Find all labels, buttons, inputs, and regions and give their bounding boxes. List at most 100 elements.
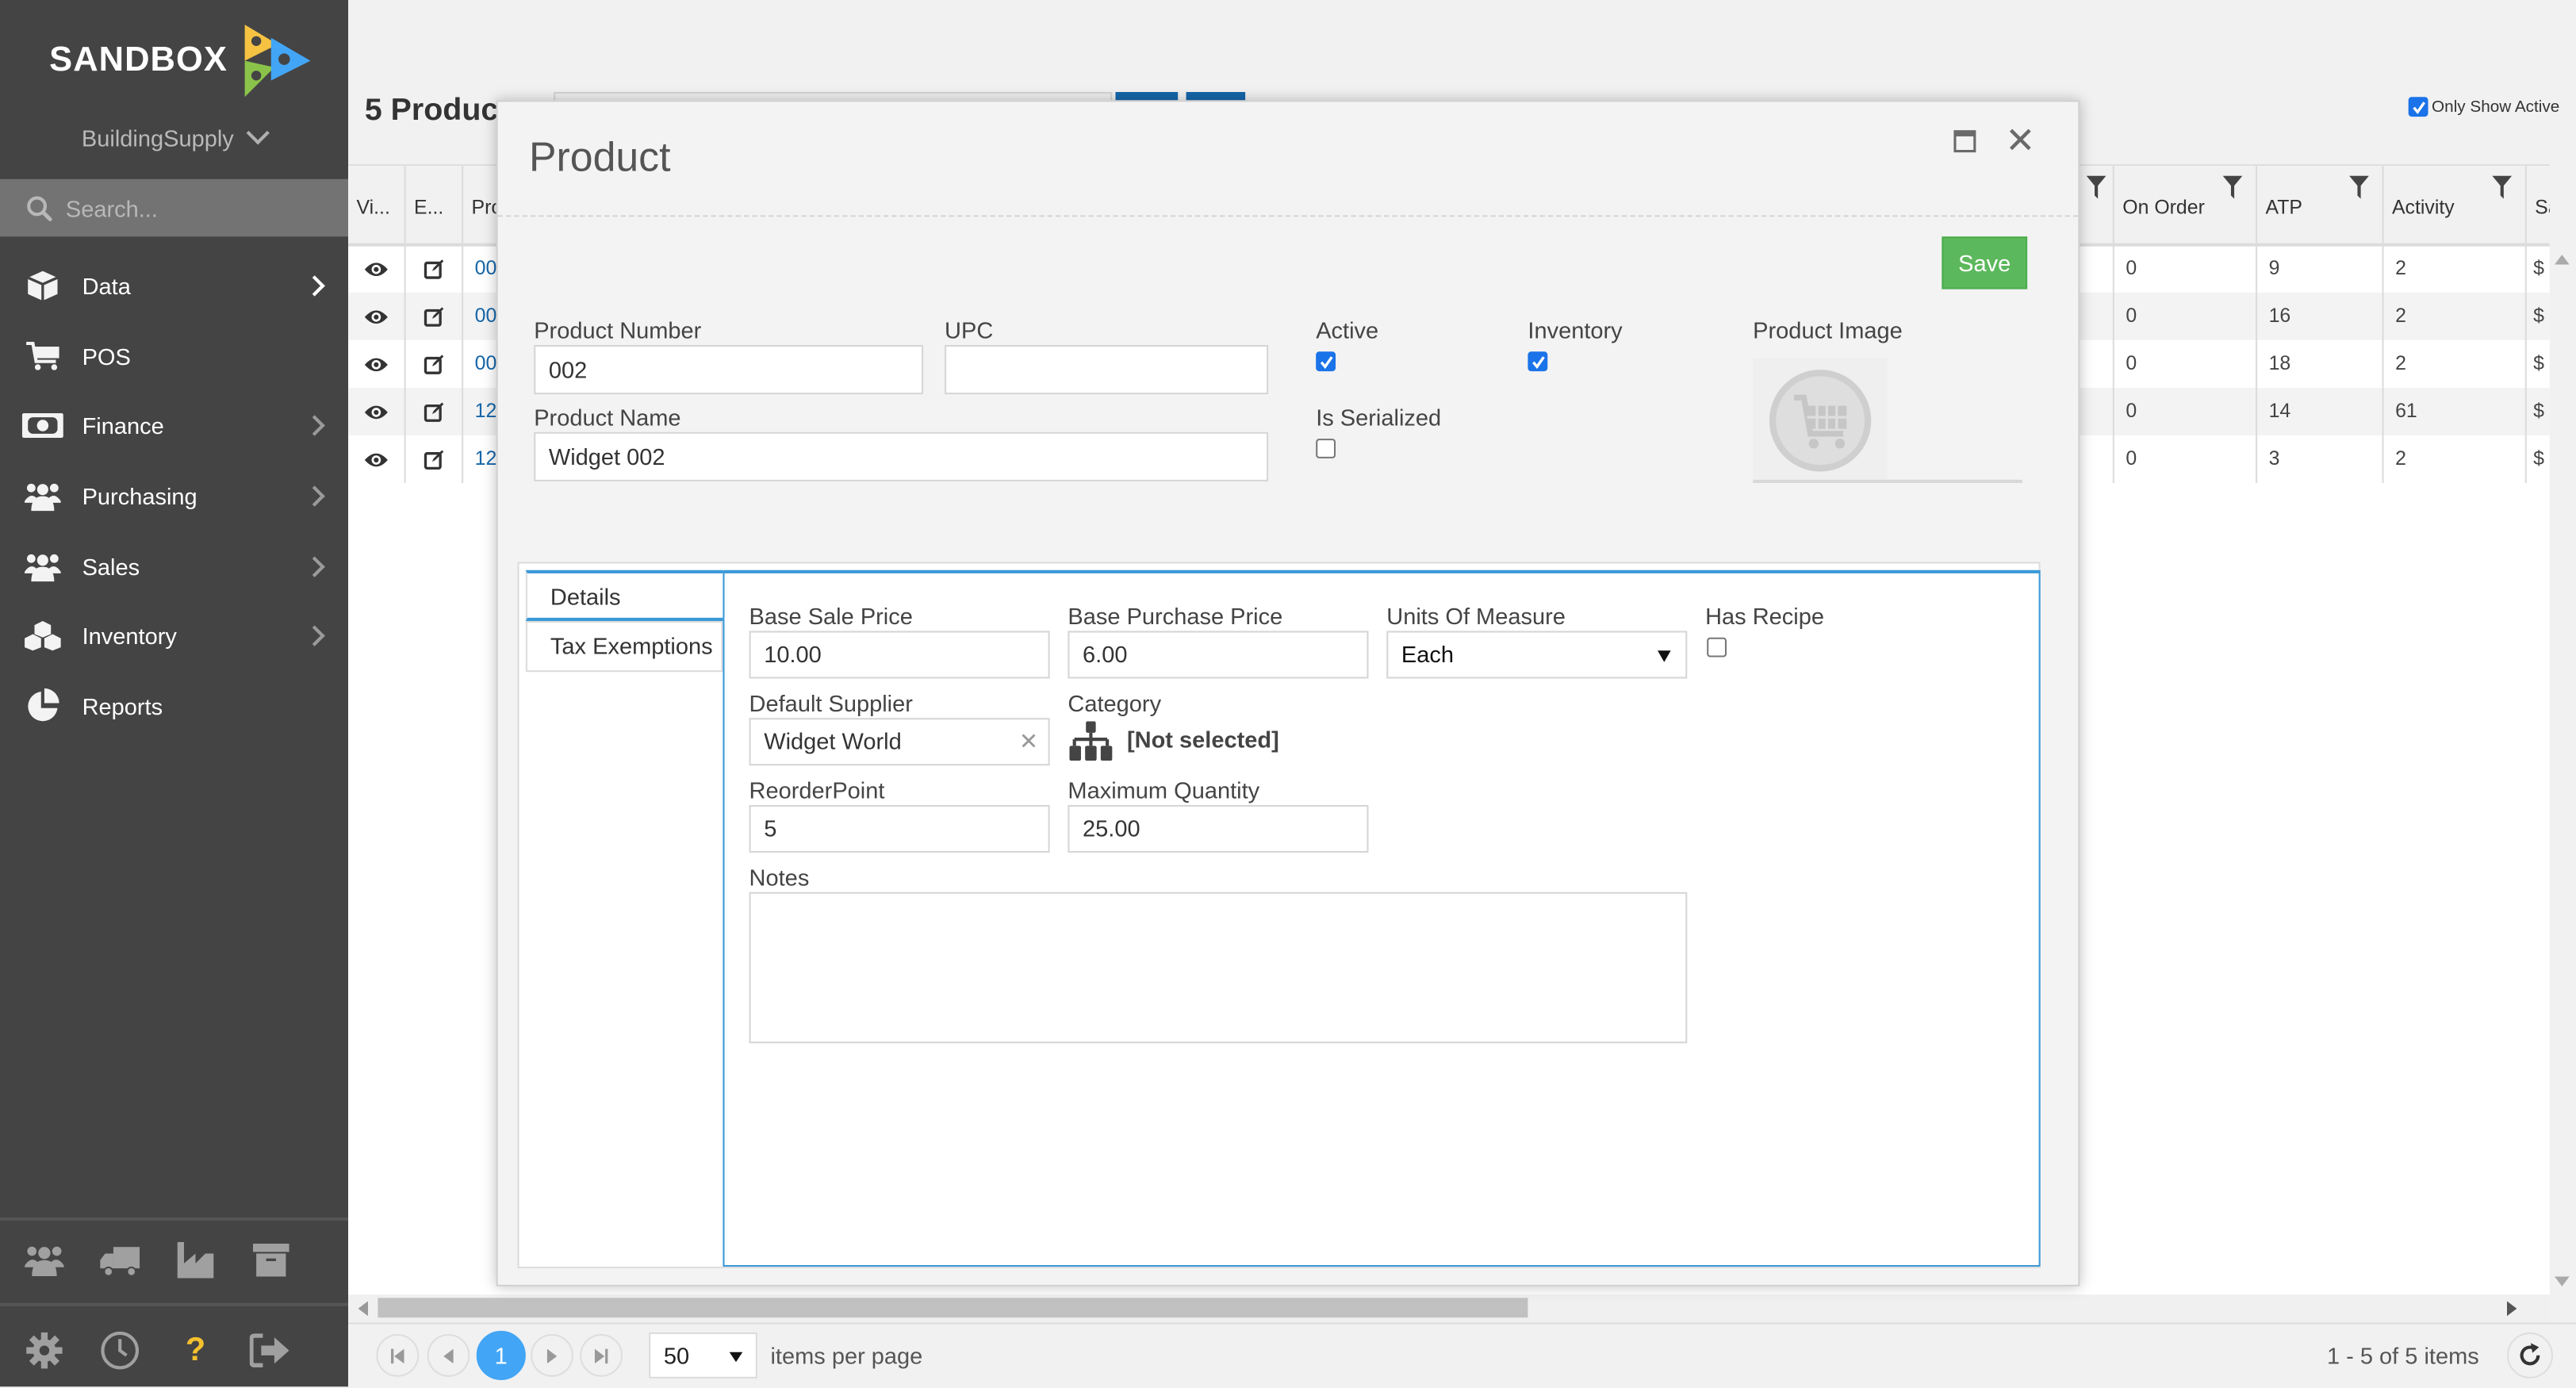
notes-textarea[interactable] <box>749 891 1688 1044</box>
edit-button[interactable] <box>404 435 462 483</box>
upc-input[interactable] <box>945 344 1269 395</box>
page-button-current[interactable]: 1 <box>476 1330 526 1380</box>
units-of-measure-label: Units Of Measure <box>1386 603 1566 630</box>
product-number-input[interactable]: 002 <box>534 344 924 395</box>
edit-button[interactable] <box>404 292 462 340</box>
scroll-right-icon[interactable] <box>2506 1301 2517 1317</box>
has-recipe-checkbox[interactable] <box>1707 637 1727 658</box>
filter-icon[interactable] <box>2492 175 2513 199</box>
product-image[interactable] <box>1753 358 1888 483</box>
previous-page-button[interactable] <box>427 1333 470 1377</box>
base-purchase-price-label: Base Purchase Price <box>1068 603 1283 630</box>
search-icon <box>27 195 52 220</box>
logout-icon[interactable] <box>238 1332 304 1369</box>
page-size-select[interactable]: 50 <box>649 1332 757 1378</box>
only-show-active-label: Only Show Active <box>2432 98 2560 117</box>
help-icon[interactable]: ? <box>163 1332 228 1370</box>
sidebar-item-inventory[interactable]: Inventory <box>0 601 348 671</box>
tab-tax-exemptions[interactable]: Tax Exemptions <box>525 620 723 673</box>
column-header-activity[interactable]: Activity <box>2382 166 2525 243</box>
sidebar-item-data[interactable]: Data <box>0 251 348 321</box>
view-button[interactable] <box>348 340 404 388</box>
sidebar-search-placeholder: Search... <box>65 194 158 221</box>
maximize-icon[interactable] <box>1953 130 1976 153</box>
product-name-input[interactable]: Widget 002 <box>534 431 1269 481</box>
view-button[interactable] <box>348 435 404 483</box>
checkbox-checked[interactable] <box>2409 97 2428 117</box>
tab-details[interactable]: Details <box>525 569 723 621</box>
atp-cell: 3 <box>2256 435 2382 483</box>
sidebar-item-finance[interactable]: Finance <box>0 391 348 461</box>
sidebar-item-sales[interactable]: Sales <box>0 531 348 601</box>
view-button[interactable] <box>348 245 404 293</box>
sidebar-item-reports[interactable]: Reports <box>0 671 348 741</box>
inventory-checkbox[interactable] <box>1528 351 1548 372</box>
edit-button[interactable] <box>404 339 462 388</box>
last-page-button[interactable] <box>580 1333 623 1377</box>
money-icon <box>21 413 64 439</box>
sidebar-item-purchasing[interactable]: Purchasing <box>0 462 348 531</box>
edit-button[interactable] <box>404 387 462 435</box>
column-header-atp[interactable]: ATP <box>2256 166 2382 243</box>
view-button[interactable] <box>348 293 404 340</box>
reorder-point-input[interactable]: 5 <box>749 804 1050 853</box>
first-page-button[interactable] <box>376 1333 420 1377</box>
refresh-button[interactable] <box>2506 1332 2553 1378</box>
units-of-measure-select[interactable]: Each <box>1386 631 1688 679</box>
vertical-scrollbar[interactable] <box>2549 244 2576 1297</box>
edit-button[interactable] <box>404 244 462 293</box>
truck-icon[interactable] <box>87 1242 153 1279</box>
items-per-page-label: items per page <box>770 1342 923 1369</box>
close-icon[interactable]: ✕ <box>2005 122 2035 159</box>
factory-icon[interactable] <box>163 1240 228 1280</box>
category-value[interactable]: [Not selected] <box>1127 727 1279 753</box>
clock-icon[interactable] <box>87 1331 153 1371</box>
product-modal: Product ✕ Save Product Number 002 UPC Pr… <box>496 100 2080 1286</box>
save-button[interactable]: Save <box>1942 236 2028 289</box>
sitemap-icon[interactable] <box>1068 721 1114 761</box>
activity-cell: 2 <box>2382 339 2525 388</box>
users-icon <box>21 481 64 512</box>
product-image-label: Product Image <box>1753 316 1903 343</box>
edit-icon <box>423 353 444 374</box>
column-header-hidden[interactable] <box>2080 166 2112 243</box>
maximum-quantity-input[interactable]: 25.00 <box>1068 804 1369 853</box>
on-order-cell: 0 <box>2112 387 2256 435</box>
column-header-edit[interactable]: E... <box>404 166 462 243</box>
filter-icon[interactable] <box>2349 175 2369 199</box>
brand-logo[interactable]: SANDBOX <box>49 20 312 102</box>
chevron-right-icon <box>304 275 325 297</box>
next-page-button[interactable] <box>531 1333 573 1377</box>
activity-cell: 61 <box>2382 387 2525 435</box>
scrollbar-thumb[interactable] <box>378 1298 1528 1318</box>
active-checkbox[interactable] <box>1316 351 1336 372</box>
gear-icon[interactable] <box>11 1332 77 1369</box>
filter-icon[interactable] <box>2086 175 2106 199</box>
base-sale-price-input[interactable]: 10.00 <box>749 631 1050 679</box>
only-show-active-toggle[interactable]: Only Show Active <box>2409 97 2559 117</box>
dropdown-arrow-icon <box>1658 650 1671 662</box>
sidebar-search[interactable]: Search... <box>0 178 349 237</box>
column-header-sale[interactable]: Sa <box>2524 166 2550 243</box>
scroll-left-icon[interactable] <box>358 1301 368 1317</box>
scroll-down-icon[interactable] <box>2555 1276 2570 1286</box>
view-button[interactable] <box>348 388 404 435</box>
dropdown-arrow-icon <box>729 1352 743 1363</box>
modal-title: Product <box>528 134 671 181</box>
company-selector[interactable]: BuildingSupply <box>0 121 348 151</box>
base-purchase-price-input[interactable]: 6.00 <box>1068 631 1369 679</box>
horizontal-scrollbar[interactable] <box>348 1294 2550 1323</box>
scroll-up-icon[interactable] <box>2555 255 2570 265</box>
grid-pager: 1 50 items per page 1 - 5 of 5 items <box>348 1322 2576 1388</box>
archive-icon[interactable] <box>238 1242 304 1279</box>
clear-icon[interactable]: ✕ <box>1019 719 1038 764</box>
is-serialized-checkbox[interactable] <box>1316 439 1336 458</box>
users-icon[interactable] <box>11 1240 77 1280</box>
units-of-measure-value: Each <box>1401 640 1455 667</box>
column-header-on-order[interactable]: On Order <box>2112 166 2256 243</box>
filter-icon[interactable] <box>2222 175 2243 199</box>
column-header-view[interactable]: Vi... <box>348 166 404 243</box>
default-supplier-input[interactable]: Widget World ✕ <box>749 718 1050 766</box>
sidebar: SANDBOX BuildingSupply Search... Data PO… <box>0 0 349 1387</box>
sidebar-item-pos[interactable]: POS <box>0 321 348 391</box>
